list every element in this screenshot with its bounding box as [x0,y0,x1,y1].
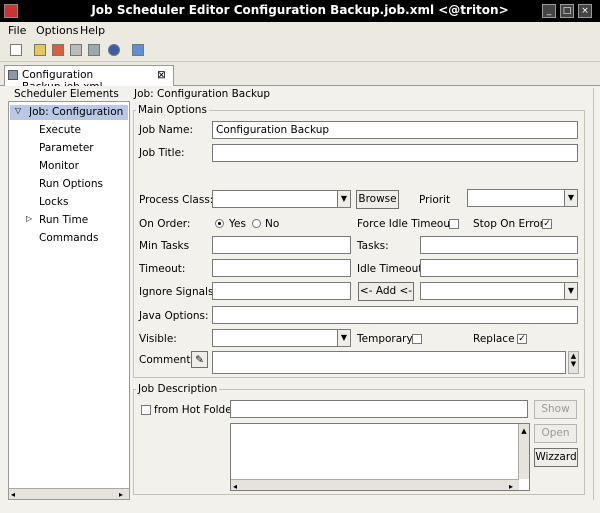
on-order-label: On Order: [139,218,191,230]
min-tasks-label: Min Tasks [139,240,190,252]
replace-checkbox[interactable]: ✓ [517,334,527,344]
maximize-icon[interactable]: □ [560,4,574,18]
job-description-label: Job Description [136,383,220,395]
job-title-input[interactable] [212,144,578,162]
expand-right-icon[interactable]: ▷ [26,214,32,223]
ignore-signals-label: Ignore Signals: [139,286,217,298]
edit-comment-icon[interactable]: ✎ [191,351,208,368]
priority-label: Priorit [419,194,451,206]
show-button[interactable]: Show [534,400,577,419]
temporary-label: Temporary [357,333,413,345]
close-icon[interactable]: × [578,4,592,18]
tasks-input[interactable] [420,236,578,254]
signals-select[interactable]: ▼ [420,282,578,300]
new-file-icon[interactable] [10,44,22,56]
stop-on-error-label: Stop On Error [473,218,545,230]
open-hot-folder-icon[interactable] [52,44,64,56]
idle-timeout-label: Idle Timeout: [357,263,426,275]
chevron-down-icon[interactable]: ▼ [564,283,577,299]
description-vertical-scrollbar[interactable]: ▲ [518,424,529,479]
tree-item-run-time[interactable]: Run Time [39,214,88,226]
tree-item-locks[interactable]: Locks [39,196,68,208]
add-signal-button[interactable]: <- Add <- [358,282,414,301]
job-name-label: Job Name: [139,124,194,136]
toolbar [0,42,600,62]
java-options-label: Java Options: [139,310,209,322]
tree-item-monitor[interactable]: Monitor [39,160,79,172]
main-options-label: Main Options [136,104,209,116]
tree-item-job[interactable]: Job: Configuration Ba [29,106,127,118]
scroll-left-icon[interactable]: ◂ [11,490,15,499]
save-as-icon[interactable] [88,44,100,56]
hot-folder-input[interactable] [230,400,528,418]
process-class-select[interactable]: ▼ [212,190,351,208]
force-idle-timeout-label: Force Idle Timeout [357,218,455,230]
scroll-left-icon[interactable]: ◂ [233,480,237,490]
chevron-down-icon[interactable]: ▼ [337,330,350,346]
menu-file[interactable]: File [8,24,26,37]
sidebar-horizontal-scrollbar[interactable]: ◂ ▸ [9,488,129,499]
panel-edge [593,88,594,500]
panel-title: Job: Configuration Backup [134,88,271,100]
scheduler-elements-tree: ▽ Job: Configuration Ba Execute Paramete… [8,101,130,500]
tree-item-commands[interactable]: Commands [39,232,98,244]
process-class-label: Process Class: [139,194,214,206]
title-bar: Job Scheduler Editor Configuration Backu… [0,0,600,22]
job-name-input[interactable]: Configuration Backup [212,121,578,139]
priority-select[interactable]: ▼ [467,189,578,207]
tree-item-execute[interactable]: Execute [39,124,81,136]
on-order-yes-label: Yes [229,218,246,230]
tab-close-icon[interactable]: ⊠ [157,69,166,81]
menu-options[interactable]: Options [36,24,78,37]
wizzard-button[interactable]: Wizzard [534,448,578,467]
job-description-textarea[interactable]: ▲ ◂ ▸ [230,423,530,491]
comment-label: Comment: [139,354,194,366]
menu-help[interactable]: Help [80,24,105,37]
ignore-signals-input[interactable] [212,282,351,300]
on-order-no-label: No [265,218,280,230]
tree-item-parameter[interactable]: Parameter [39,142,94,154]
idle-timeout-input[interactable] [420,259,578,277]
chevron-down-icon[interactable]: ▼ [337,191,350,207]
sidebar-title: Scheduler Elements [14,88,119,100]
timeout-label: Timeout: [139,263,186,275]
comment-input[interactable] [212,351,566,374]
tree-item-run-options[interactable]: Run Options [39,178,103,190]
visible-label: Visible: [139,333,177,345]
web-service-icon[interactable] [108,44,120,56]
on-order-no-radio[interactable] [252,219,261,228]
hot-folder-label: from Hot Folder [154,404,236,416]
job-file-icon [8,70,18,80]
open-button[interactable]: Open [534,424,577,443]
replace-label: Replace [473,333,515,345]
comment-scrollbar[interactable]: ▲ ▼ [568,351,579,374]
visible-select[interactable]: ▼ [212,329,351,347]
scroll-right-icon[interactable]: ▸ [509,480,513,490]
window-title: Job Scheduler Editor Configuration Backu… [91,3,509,17]
min-tasks-input[interactable] [212,236,351,254]
scroll-right-icon[interactable]: ▸ [119,490,123,499]
timeout-input[interactable] [212,259,351,277]
expand-down-icon[interactable]: ▽ [15,106,21,115]
chevron-down-icon[interactable]: ▼ [564,190,577,206]
job-title-label: Job Title: [139,147,185,159]
tasks-label: Tasks: [357,240,389,252]
hot-folder-checkbox[interactable] [141,405,151,415]
force-idle-timeout-checkbox[interactable] [449,219,459,229]
temporary-checkbox[interactable] [412,334,422,344]
save-icon[interactable] [70,44,82,56]
stop-on-error-checkbox[interactable]: ✓ [542,219,552,229]
open-folder-icon[interactable] [34,44,46,56]
help-icon[interactable] [132,44,144,56]
description-horizontal-scrollbar[interactable]: ◂ ▸ [231,479,519,490]
browse-button[interactable]: Browse [356,190,399,209]
java-options-input[interactable] [212,306,578,324]
tab-configuration-backup[interactable]: Configuration Backup.job.xml ⊠ [4,65,174,93]
on-order-yes-radio[interactable] [215,219,224,228]
editor-tab-bar: Configuration Backup.job.xml ⊠ [0,64,600,93]
menu-bar: File Options Help [0,22,600,40]
minimize-icon[interactable]: _ [542,4,556,18]
